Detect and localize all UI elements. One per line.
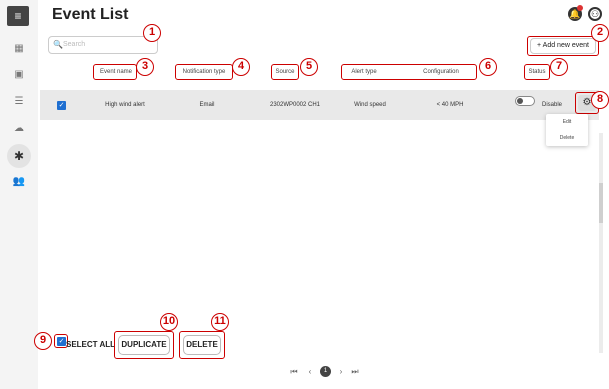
search-icon: 🔍	[53, 40, 63, 49]
users-icon[interactable]: 👥	[10, 173, 28, 191]
menu-item-delete[interactable]: Delete	[546, 130, 588, 146]
callout-3-box	[93, 64, 137, 80]
toggle-knob	[517, 98, 523, 104]
sidebar: ≡ ▦ ▣ ☰ ☁ ✱ 👥	[0, 0, 38, 389]
reports-icon[interactable]: ▣	[10, 66, 28, 84]
current-page[interactable]: 1	[320, 366, 331, 377]
cell-source: 2302WP0002 CH1	[269, 102, 321, 108]
callout-3: 3	[136, 58, 154, 76]
callout-11-box	[179, 331, 225, 359]
notification-dot	[577, 5, 583, 11]
page-title: Event List	[52, 6, 129, 23]
callout-10-box	[114, 331, 174, 359]
user-icon[interactable]: ⚇	[588, 7, 602, 21]
row-actions-menu: Edit Delete	[546, 114, 588, 146]
callout-6: 6	[479, 58, 497, 76]
callout-7: 7	[550, 58, 568, 76]
scrollbar[interactable]	[599, 133, 603, 353]
callout-6-box	[341, 64, 477, 80]
table-row[interactable]: ✓ High wind alert Email 2302WP0002 CH1 W…	[40, 90, 599, 120]
cell-event-name: High wind alert	[105, 102, 145, 108]
callout-5-box	[271, 64, 299, 80]
scrollbar-thumb[interactable]	[599, 183, 603, 223]
first-page-icon[interactable]: ⏮	[289, 366, 299, 378]
cell-notification-type: Email	[199, 102, 215, 108]
row-checkbox[interactable]: ✓	[57, 101, 66, 110]
settings-icon[interactable]: ✱	[7, 144, 31, 168]
select-all-checkbox[interactable]: ✓	[57, 337, 66, 346]
callout-2: 2	[591, 24, 609, 42]
callout-1: 1	[143, 24, 161, 42]
status-toggle[interactable]	[515, 96, 535, 106]
cell-alert-type: Wind speed	[354, 102, 386, 108]
cell-configuration: < 40 MPH	[436, 102, 464, 108]
search-placeholder: Search	[63, 41, 86, 48]
dashboard-icon[interactable]: ▦	[10, 40, 28, 58]
callout-2-box	[527, 36, 599, 56]
callout-5: 5	[300, 58, 318, 76]
list-icon[interactable]: ☰	[10, 93, 28, 111]
prev-page-icon[interactable]: ‹	[305, 366, 315, 378]
callout-8: 8	[591, 91, 609, 109]
last-page-icon[interactable]: ⏭	[350, 366, 360, 378]
next-page-icon[interactable]: ›	[336, 366, 346, 378]
callout-11: 11	[211, 313, 229, 331]
search-input[interactable]: 🔍 Search	[48, 36, 158, 54]
callout-9: 9	[34, 332, 52, 350]
select-all-label[interactable]: SELECT ALL	[66, 340, 115, 349]
menu-item-edit[interactable]: Edit	[546, 114, 588, 130]
weather-icon[interactable]: ☁	[10, 120, 28, 138]
menu-icon[interactable]: ≡	[7, 6, 29, 26]
callout-10: 10	[160, 313, 178, 331]
callout-4: 4	[232, 58, 250, 76]
callout-4-box	[175, 64, 233, 80]
callout-7-box	[524, 64, 550, 80]
